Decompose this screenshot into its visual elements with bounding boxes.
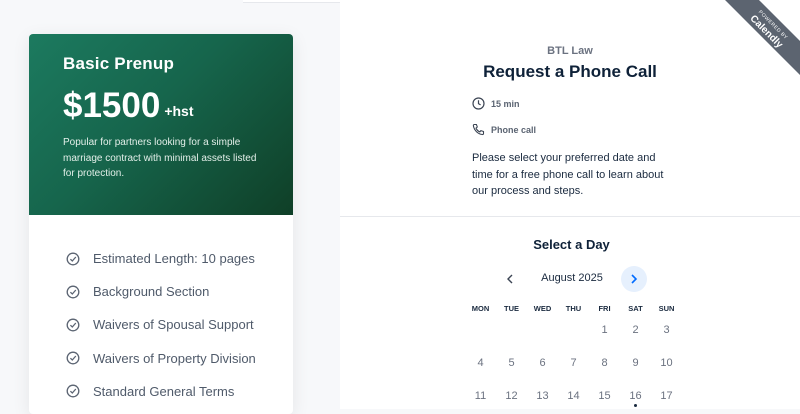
select-day-heading: Select a Day: [533, 237, 610, 252]
calendar-day-empty: [527, 324, 558, 336]
calendar-week-row: 4 5 6 7 8 9 10: [465, 357, 682, 369]
organization-name: BTL Law: [547, 45, 593, 57]
calendar-week-row: 1 2 3: [465, 324, 682, 336]
clock-icon: [472, 97, 485, 110]
pricing-card-header: Basic Prenup $1500 +hst Popular for part…: [29, 34, 293, 215]
feature-label: Waivers of Property Division: [93, 350, 256, 366]
calendar-week-row: 11 12 13 14 15 16 17: [465, 390, 682, 407]
weekday-label: WED: [533, 304, 552, 313]
feature-label: Background Section: [93, 284, 210, 300]
calendar-day: 10: [660, 357, 673, 369]
calendar-day: 14: [567, 390, 580, 402]
booking-widget: POWERED BY Calendly BTL Law Request a Ph…: [340, 0, 800, 409]
calendar-day: 15: [598, 390, 611, 402]
feature-label: Estimated Length: 10 pages: [93, 251, 255, 267]
calendar-day: 7: [570, 357, 577, 369]
today-date: 16: [629, 390, 642, 402]
weekday-label: SAT: [628, 304, 643, 313]
calendar-day: 11: [474, 390, 487, 402]
previous-month-button[interactable]: [500, 269, 520, 289]
calendar-day: 12: [505, 390, 518, 402]
weekday-label: THU: [565, 304, 582, 313]
weekday-label: TUE: [504, 304, 519, 313]
duration-label: 15 min: [491, 98, 520, 109]
calendar-day: 6: [539, 357, 546, 369]
calendar-day: 3: [663, 324, 670, 336]
event-title: Request a Phone Call: [483, 62, 657, 81]
check-circle-icon: [66, 351, 80, 365]
price-row: $1500 +hst: [63, 88, 259, 123]
chevron-left-icon: [507, 274, 513, 284]
calendar-day: 5: [508, 357, 515, 369]
feature-list: Estimated Length: 10 pages Background Se…: [29, 215, 293, 408]
feature-item: Waivers of Property Division: [66, 342, 293, 375]
plan-name: Basic Prenup: [63, 54, 175, 73]
check-circle-icon: [66, 285, 80, 299]
section-divider: [340, 216, 800, 217]
calendar-day: 8: [601, 357, 608, 369]
event-duration: 15 min: [472, 97, 520, 110]
calendar-day-empty: [465, 324, 496, 336]
calendar-day: 4: [477, 357, 484, 369]
check-circle-icon: [66, 318, 80, 332]
calendar-day-empty: [558, 324, 589, 336]
plan-price: $1500: [63, 86, 161, 125]
calendar-day-today: 16: [620, 390, 651, 407]
feature-item: Background Section: [66, 275, 293, 308]
calendar-day: 9: [632, 357, 639, 369]
calendar-day: 2: [632, 324, 639, 336]
weekday-header-row: MON TUE WED THU FRI SAT SUN: [465, 304, 682, 313]
price-suffix: +hst: [164, 103, 194, 119]
plan-description: Popular for partners looking for a simpl…: [63, 137, 257, 179]
calendar-day: 1: [601, 324, 608, 336]
event-location: Phone call: [472, 123, 536, 136]
feature-item: Estimated Length: 10 pages: [66, 242, 293, 275]
chevron-right-icon: [631, 274, 638, 284]
calendar-day: 13: [536, 390, 549, 402]
weekday-label: MON: [471, 304, 490, 313]
pricing-card: Basic Prenup $1500 +hst Popular for part…: [29, 34, 293, 414]
next-month-button[interactable]: [621, 266, 647, 292]
weekday-label: SUN: [658, 304, 675, 313]
month-label: August 2025: [541, 272, 603, 284]
feature-label: Standard General Terms: [93, 383, 235, 399]
location-label: Phone call: [491, 124, 537, 135]
feature-item: Waivers of Spousal Support: [66, 308, 293, 341]
phone-icon: [472, 123, 485, 136]
check-circle-icon: [66, 384, 80, 398]
check-circle-icon: [66, 252, 80, 266]
event-description: Please select your preferred date and ti…: [472, 152, 664, 197]
feature-item: Standard General Terms: [66, 375, 293, 408]
feature-label: Waivers of Spousal Support: [93, 317, 254, 333]
weekday-label: FRI: [598, 304, 611, 313]
calendar-day-empty: [496, 324, 527, 336]
today-indicator-dot: [634, 404, 637, 407]
calendar-day: 17: [660, 390, 673, 402]
